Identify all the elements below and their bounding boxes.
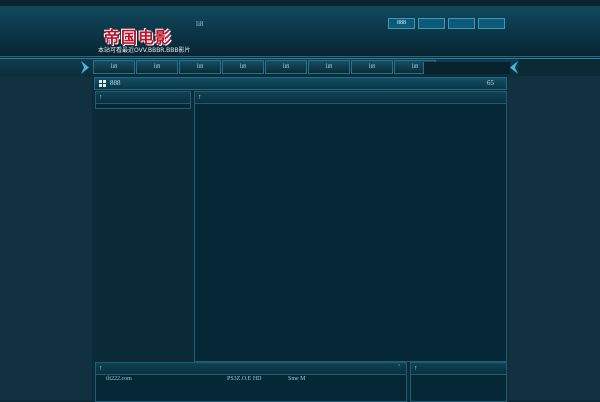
nav-tab-3[interactable]: li8: [179, 60, 221, 74]
section-count: 65: [487, 79, 494, 87]
nav-tab-1[interactable]: li8: [93, 60, 135, 74]
header-button-group: 888: [388, 18, 505, 29]
header-link[interactable]: li8: [196, 20, 203, 28]
main-panel-header: ↑: [195, 92, 506, 104]
section-title: 888: [110, 79, 121, 87]
header-button-3[interactable]: [448, 18, 475, 29]
footer-panel: ↑ ▫ tlt222.com PS3Z.O.E HD Sme M: [95, 362, 407, 402]
main-panel: ↑: [194, 91, 507, 362]
sidebar-panel-header: ↑: [96, 92, 190, 104]
site-logo[interactable]: 帝国电影 本站可看最近OVV.BBBR.BBB影片: [98, 24, 191, 58]
header-button-4[interactable]: [478, 18, 505, 29]
left-margin: [0, 76, 92, 400]
footer-side-panel: ↑: [410, 362, 507, 402]
nav-tab-2[interactable]: li8: [136, 60, 178, 74]
grid-icon: [99, 80, 106, 87]
site-header: 帝国电影 本站可看最近OVV.BBBR.BBB影片 li8 888: [0, 6, 600, 57]
main-nav: li8 li8 li8 li8 li8 li8 li8 li8: [0, 58, 600, 77]
footer-side-panel-header: ↑: [411, 363, 506, 375]
chevron-right-icon[interactable]: [80, 60, 90, 75]
header-button-2[interactable]: [418, 18, 445, 29]
nav-tab-6[interactable]: li8: [308, 60, 350, 74]
nav-tab-5[interactable]: li8: [265, 60, 307, 74]
nav-right-strip: [519, 59, 600, 76]
header-button-1[interactable]: 888: [388, 18, 415, 29]
nav-tail: [423, 62, 510, 74]
sidebar-panel: ↑: [95, 91, 191, 109]
footer-panel-header: ↑ ▫: [96, 363, 406, 375]
right-margin: [508, 76, 600, 400]
nav-tab-4[interactable]: li8: [222, 60, 264, 74]
footer-quality: PS3Z.O.E HD: [227, 376, 262, 382]
sidebar-column: [95, 108, 191, 360]
pin-icon: ↑: [198, 93, 202, 101]
pin-icon: ↑: [414, 364, 418, 372]
footer-name: Sme M: [288, 376, 306, 382]
chevron-left-icon[interactable]: [509, 60, 519, 75]
footer-site-link[interactable]: tlt222.com: [106, 376, 132, 382]
nav-tab-list: li8 li8 li8 li8 li8 li8 li8 li8: [93, 60, 436, 74]
pin-icon: ↑: [99, 364, 103, 372]
pin-icon: ↑: [99, 93, 103, 101]
logo-subtitle: 本站可看最近OVV.BBBR.BBB影片: [98, 47, 191, 54]
small-square-icon: ▫: [397, 363, 400, 369]
section-header: 888 65: [94, 77, 507, 90]
nav-tab-7[interactable]: li8: [351, 60, 393, 74]
